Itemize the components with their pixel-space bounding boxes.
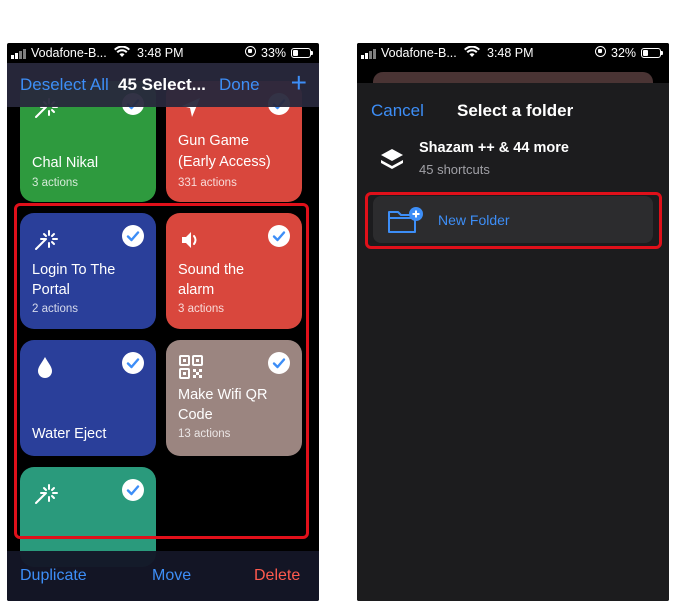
left-phone-screen: Chal Nikal 3 actions Gun Game (Early Acc… [7,43,319,601]
current-folder-count: 45 shortcuts [419,162,490,177]
new-folder-highlight-box [365,192,662,249]
nav-bar: Deselect All 45 Select... Done + [7,63,319,107]
right-phone-screen: Vodafone-B... 3:48 PM 32% Cancel Select … [357,43,669,601]
tile-name-line-2: (Early Access) [178,154,271,170]
add-shortcut-button[interactable]: + [291,69,307,97]
cancel-button[interactable]: Cancel [371,101,424,121]
orientation-lock-icon [245,46,256,57]
wifi-icon [114,46,130,57]
status-time: 3:48 PM [487,46,534,60]
move-button[interactable]: Move [152,567,191,585]
stack-icon [381,149,403,169]
current-folder-name: Shazam ++ & 44 more [419,140,569,156]
wifi-icon [464,46,480,57]
duplicate-button[interactable]: Duplicate [20,567,87,585]
tile-actions-count: 3 actions [32,177,79,189]
deselect-all-button[interactable]: Deselect All [20,75,109,95]
current-folder-row[interactable]: Shazam ++ & 44 more 45 shortcuts [357,133,669,183]
status-time: 3:48 PM [137,46,184,60]
battery-percent: 33% [261,46,287,60]
status-bar: Vodafone-B... 3:48 PM 33% [7,43,319,63]
select-folder-sheet: Cancel Select a folder Shazam ++ & 44 mo… [357,83,669,601]
tile-actions-count: 331 actions [178,177,237,189]
selection-highlight-box [14,203,309,539]
carrier-name: Vodafone-B... [381,46,457,60]
delete-button[interactable]: Delete [254,567,300,585]
done-button[interactable]: Done [219,75,260,95]
battery-icon [291,48,313,58]
sheet-title: Select a folder [457,101,574,120]
selection-count-title: 45 Select... [118,75,206,94]
signal-strength-icon [361,48,381,59]
carrier-name: Vodafone-B... [31,46,107,60]
tile-name: Chal Nikal [32,155,99,171]
signal-strength-icon [11,48,31,59]
tile-name: Gun Game [178,133,249,149]
orientation-lock-icon [595,46,606,57]
battery-icon [641,48,663,58]
status-bar: Vodafone-B... 3:48 PM 32% [357,43,669,63]
bottom-toolbar: Duplicate Move Delete [7,551,319,601]
battery-percent: 32% [611,46,637,60]
